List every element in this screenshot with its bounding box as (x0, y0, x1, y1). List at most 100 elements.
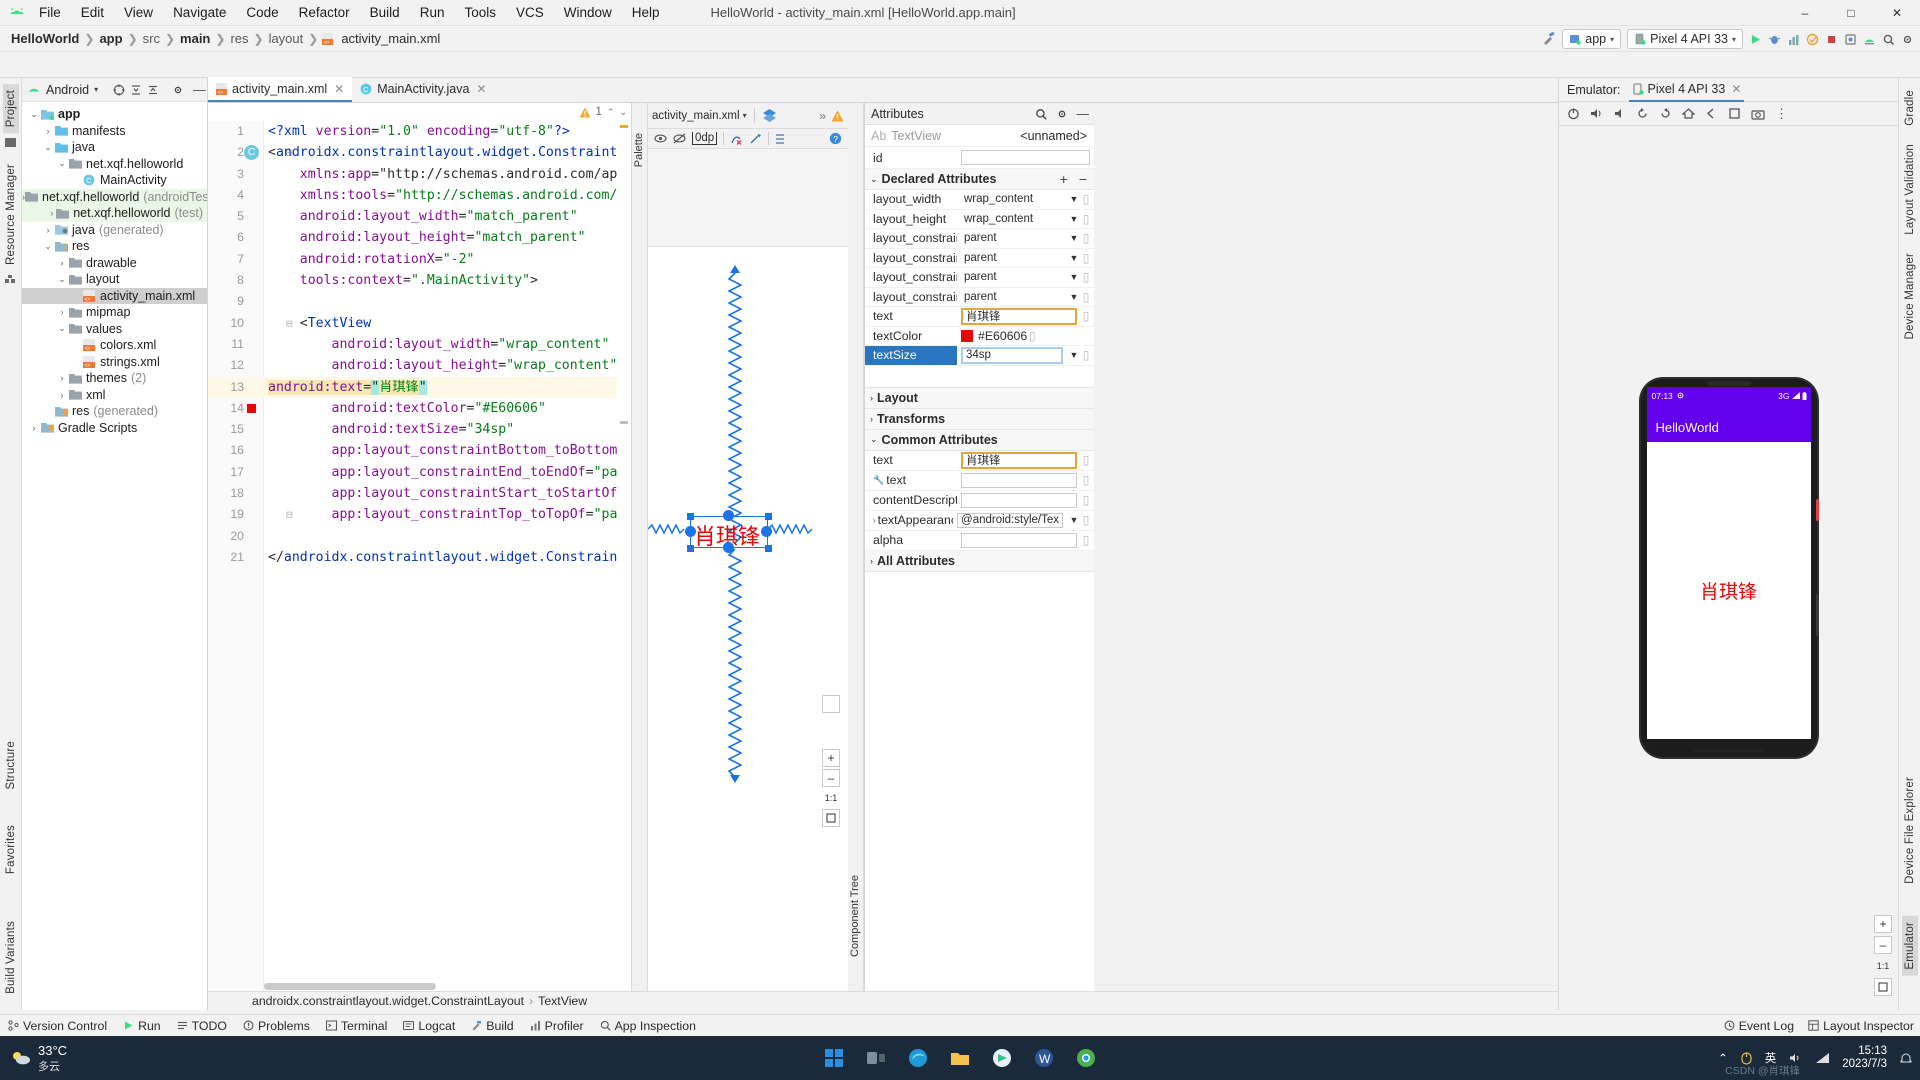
phone-power-button[interactable] (1815, 499, 1819, 521)
bottom-tab-terminal[interactable]: Terminal (325, 1019, 387, 1033)
volume-down-icon[interactable] (1614, 107, 1626, 120)
tool-tab-project[interactable]: Project (2, 84, 19, 134)
tool-tab-build-variants[interactable]: Build Variants (3, 915, 19, 1000)
zoom-out-button[interactable]: – (822, 769, 840, 787)
tree-expander[interactable]: › (56, 258, 68, 268)
code-line-8[interactable]: 8 tools:context=".MainActivity"> (208, 270, 617, 291)
chevron-down-icon[interactable]: ▼ (1067, 515, 1081, 525)
code-line-4[interactable]: 4 xmlns:tools="http://schemas.android.co… (208, 185, 617, 206)
phone-volume-button[interactable] (1815, 594, 1819, 636)
overview-icon[interactable] (1728, 107, 1741, 120)
breadcrumb-layout[interactable]: layout (266, 31, 307, 46)
resize-handle-top-left[interactable] (687, 513, 694, 520)
zoom-in-button[interactable]: + (822, 749, 840, 767)
tree-item-strings-xml[interactable]: <> strings.xml (22, 354, 207, 371)
breadcrumb-src[interactable]: src (140, 31, 163, 46)
code-line-5[interactable]: 5 android:layout_width="match_parent" (208, 206, 617, 227)
attribute-value-input[interactable]: @android:style/Tex (957, 512, 1063, 528)
tree-item-java[interactable]: › java (generated) (22, 222, 207, 239)
rotate-left-icon[interactable] (1636, 107, 1649, 120)
tree-expander[interactable]: ⌄ (28, 109, 40, 120)
code-line-19[interactable]: 19 ⊟ app:layout_constraintTop_toTopOf="pa… (208, 504, 617, 525)
design-warning-icon[interactable] (831, 110, 844, 122)
prev-problem-icon[interactable]: ⌃ (607, 107, 615, 118)
power-icon[interactable] (1567, 107, 1580, 120)
menu-item-help[interactable]: Help (623, 2, 669, 23)
code-line-13[interactable]: 13 android:text="肖琪锋" (208, 376, 617, 398)
code-line-7[interactable]: 7 android:rotationX="-2" (208, 249, 617, 270)
menu-item-view[interactable]: View (115, 2, 162, 23)
tree-expander[interactable]: › (56, 390, 68, 400)
breadcrumb-main[interactable]: main (177, 31, 213, 46)
layers-icon[interactable] (762, 108, 777, 123)
declared-attribute-row-0[interactable]: layout_width wrap_content ▼ ▯ (865, 190, 1094, 210)
palette-label[interactable]: Palette (633, 133, 645, 167)
hide-panel-icon[interactable]: — (193, 83, 206, 97)
menu-item-code[interactable]: Code (237, 2, 287, 23)
declared-attribute-row-7[interactable]: textColor #E60606 ▯ (865, 327, 1094, 346)
tree-expander[interactable]: › (42, 126, 54, 136)
code-line-21[interactable]: 21 </androidx.constraintlayout.widget.Con… (208, 547, 617, 568)
common-attribute-row-0[interactable]: text 肖琪锋 ▯ (865, 451, 1094, 471)
component-root-label[interactable]: androidx.constraintlayout.widget.Constra… (252, 994, 524, 1008)
tree-item-net-xqf-helloworld[interactable]: ⌄ net.xqf.helloworld (22, 156, 207, 173)
design-file-selector[interactable]: activity_main.xml ▾ (652, 110, 747, 122)
volume-up-icon[interactable] (1590, 107, 1604, 120)
attribute-value[interactable]: wrap_content (961, 191, 1063, 207)
color-swatch[interactable] (961, 329, 973, 342)
attribute-binding-icon[interactable]: ▯ (1081, 473, 1091, 487)
attribute-value[interactable]: parent (961, 250, 1063, 266)
code-line-18[interactable]: 18 app:layout_constraintStart_toStartOf=… (208, 483, 617, 504)
constraint-anchor-top[interactable] (723, 510, 734, 521)
tree-item-res[interactable]: res (generated) (22, 403, 207, 420)
attribute-binding-icon[interactable]: ▯ (1081, 192, 1091, 206)
tree-expander[interactable]: ⌄ (56, 158, 68, 169)
change-marker[interactable] (620, 421, 628, 424)
tree-item-activity-main-xml[interactable]: <> activity_main.xml (22, 287, 207, 304)
emulator-zoom-out-button[interactable]: – (1874, 936, 1892, 954)
chevron-down-icon[interactable]: ▼ (1067, 292, 1081, 302)
menu-item-file[interactable]: File (30, 2, 70, 23)
menu-item-run[interactable]: Run (411, 2, 454, 23)
run-configuration-selector[interactable]: app ▾ (1562, 29, 1622, 49)
tree-item-mainactivity[interactable]: C MainActivity (22, 172, 207, 189)
hide-panel-icon[interactable]: — (1077, 107, 1090, 121)
view-options-icon[interactable] (654, 133, 667, 144)
tree-expander[interactable]: › (42, 225, 54, 235)
project-settings-gear-icon[interactable] (172, 84, 184, 96)
breadcrumb-helloworld[interactable]: HelloWorld (8, 31, 82, 46)
tree-expander[interactable]: › (47, 208, 56, 218)
component-tree-strip[interactable]: Component Tree (848, 103, 864, 991)
attribute-binding-icon[interactable]: ▯ (1081, 493, 1091, 507)
attribute-value[interactable]: parent (961, 289, 1063, 305)
tree-item-java[interactable]: ⌄ java (22, 139, 207, 156)
bottom-tab-todo[interactable]: TODO (177, 1019, 227, 1033)
editor-tab-mainactivity-java[interactable]: C MainActivity.java ✕ (352, 77, 494, 102)
chevron-down-icon[interactable]: ▼ (1067, 194, 1081, 204)
attribute-binding-icon[interactable]: ▯ (1081, 348, 1091, 362)
section-common-attributes[interactable]: ⌄ Common Attributes (865, 429, 1094, 451)
close-icon[interactable]: ✕ (1731, 82, 1741, 96)
menu-item-navigate[interactable]: Navigate (164, 2, 235, 23)
search-everywhere-icon[interactable] (1882, 33, 1895, 46)
code-line-12[interactable]: 12 android:layout_height="wrap_content" (208, 355, 617, 376)
attribute-value-input[interactable] (961, 472, 1077, 488)
close-icon[interactable]: ✕ (476, 82, 486, 96)
tool-tab-device-file-explorer[interactable]: Device File Explorer (1902, 771, 1918, 890)
device-selector[interactable]: Pixel 4 API 33 ▾ (1627, 29, 1743, 49)
tree-expander[interactable]: › (28, 423, 40, 433)
section-all-attributes[interactable]: › All Attributes (865, 550, 1094, 572)
tree-expander[interactable]: › (56, 373, 68, 383)
attribute-value-input[interactable] (961, 492, 1077, 508)
resize-handle-bottom-right[interactable] (765, 545, 772, 552)
chevron-down-icon[interactable]: ▼ (1067, 214, 1081, 224)
menu-item-edit[interactable]: Edit (72, 2, 113, 23)
attribute-value-input[interactable]: 肖琪锋 (961, 307, 1077, 325)
close-button[interactable]: ✕ (1874, 0, 1920, 26)
select-opened-file-icon[interactable] (113, 84, 125, 96)
bottom-tab-version-control[interactable]: Version Control (8, 1019, 107, 1033)
bottom-tab-event-log[interactable]: Event Log (1724, 1019, 1794, 1033)
emulator-tab-pixel4[interactable]: Pixel 4 API 33 ✕ (1628, 78, 1745, 102)
taskbar-clock[interactable]: 15:13 2023/7/3 (1842, 1045, 1887, 1071)
attribute-binding-icon[interactable]: ▯ (1081, 513, 1091, 527)
